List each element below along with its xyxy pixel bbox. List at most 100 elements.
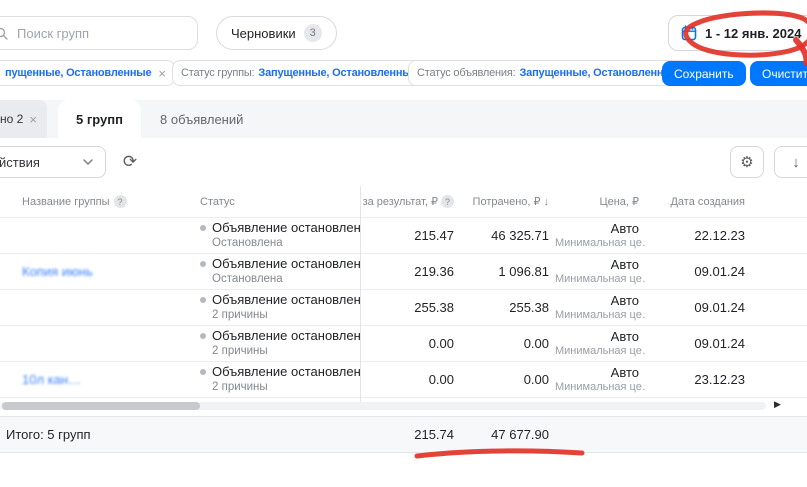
help-icon[interactable]: ? [114,195,127,208]
refresh-icon: ⟳ [123,152,137,172]
settings-button[interactable]: ⚙ [730,146,764,178]
chip-label: Статус группы: [181,67,254,79]
ads-manager-screen: Черновики 3 1 - 12 янв. 2024 пущенные, О… [0,0,807,487]
table-body: Объявление остановлено Остановлена 215.4… [0,218,807,398]
cpr-value: 0.00 [360,336,460,351]
date-range-picker[interactable]: 1 - 12 янв. 2024 [668,15,807,51]
spent-value: 255.38 [460,300,555,315]
price-subtext: Минимальная це… [555,273,639,287]
status-text: Объявление остановлено [212,328,360,344]
table-header: Название группы ? Статус на за результат… [0,186,807,218]
frozen-columns-divider [360,186,361,402]
chip-value: Запущенные, Остановленные [519,67,678,79]
status-subtext: 2 причины [212,344,360,358]
actions-label: йствия [0,155,40,170]
price-subtext: Минимальная це… [555,381,639,395]
totals-label: Итого: 5 групп [0,427,360,442]
drafts-button[interactable]: Черновики 3 [216,16,337,50]
chevron-down-icon [83,159,93,165]
clear-filters-button[interactable]: Очистить [750,61,807,86]
horizontal-scrollbar-thumb[interactable] [2,402,200,410]
price-mode: Авто [555,365,639,381]
cpr-total: 215.74 [360,427,460,442]
search-input[interactable] [15,25,187,42]
tab-label: 8 объявлений [160,112,243,127]
actions-dropdown[interactable]: йствия [0,146,106,178]
chip-value: пущенные, Остановленные [5,67,151,79]
price-subtext: Минимальная це… [555,345,639,359]
cpr-value: 255.38 [360,300,460,315]
tab-ads[interactable]: 8 объявлений [150,100,253,138]
spent-value: 46 325.71 [460,228,555,243]
search-input-wrap[interactable] [0,16,198,50]
created-date: 09.01.24 [645,336,755,351]
close-icon[interactable]: × [29,112,37,127]
status-dot-icon [200,261,206,267]
download-icon: ↓ [792,154,800,171]
gear-icon: ⚙ [740,153,753,171]
table-row[interactable]: 10л кан… Объявление остановлено 2 причин… [0,362,807,398]
table-row[interactable]: Объявление остановлено 2 причины 0.00 0.… [0,326,807,362]
price-mode: Авто [555,329,639,345]
header-cost-per-result[interactable]: на за результат, ₽ [360,195,438,208]
status-subtext: 2 причины [212,380,360,394]
status-dot-icon [200,297,206,303]
calendar-icon [681,25,697,41]
totals-row: Итого: 5 групп 215.74 47 677.90 [0,416,807,453]
group-name-link[interactable]: 10л кан… [22,372,81,387]
cpr-value: 0.00 [360,372,460,387]
status-subtext: Остановлена [212,236,360,250]
export-button[interactable]: ↓ [774,146,807,178]
drafts-label: Черновики [231,26,296,41]
header-created[interactable]: Дата создания [645,196,755,208]
sort-desc-icon[interactable]: ↓ [544,196,550,208]
table-row[interactable]: Объявление остановлено Остановлена 215.4… [0,218,807,254]
created-date: 23.12.23 [645,372,755,387]
table-row[interactable]: Копия июнь Объявление остановлено Остано… [0,254,807,290]
scroll-right-arrow-icon[interactable]: ▶ [774,399,781,410]
header-price[interactable]: Цена, ₽ [555,195,645,208]
status-dot-icon [200,333,206,339]
header-status[interactable]: Статус [200,196,360,208]
created-date: 09.01.24 [645,300,755,315]
spent-total: 47 677.90 [460,427,555,442]
price-mode: Авто [555,221,639,237]
filter-chip-ad-status[interactable]: Статус объявления: Запущенные, Остановле… [408,60,702,86]
created-date: 09.01.24 [645,264,755,279]
price-mode: Авто [555,257,639,273]
spent-value: 0.00 [460,336,555,351]
refresh-button[interactable]: ⟳ [114,146,146,178]
price-subtext: Минимальная це… [555,237,639,251]
status-dot-icon [200,225,206,231]
date-range-value: 1 - 12 янв. 2024 [705,26,801,41]
status-text: Объявление остановлено [212,256,360,272]
header-name[interactable]: Название группы [22,196,110,208]
status-dot-icon [200,369,206,375]
filter-chip-group-status[interactable]: Статус группы: Запущенные, Остановленные… [172,60,441,86]
price-subtext: Минимальная це… [555,309,639,323]
tab-groups[interactable]: 5 групп [58,100,141,138]
spent-value: 1 096.81 [460,264,555,279]
spent-value: 0.00 [460,372,555,387]
header-spent[interactable]: Потрачено, ₽ [473,195,541,208]
cpr-value: 215.47 [360,228,460,243]
cpr-value: 219.36 [360,264,460,279]
search-icon [0,27,8,40]
chip-value: Запущенные, Остановленные [258,67,417,79]
price-mode: Авто [555,293,639,309]
status-text: Объявление остановлено [212,364,360,380]
table-row[interactable]: Объявление остановлено 2 причины 255.38 … [0,290,807,326]
tab-label: но 2 [0,112,23,126]
tab-label: 5 групп [76,112,123,127]
drafts-count-badge: 3 [304,24,322,42]
filter-chip-status[interactable]: пущенные, Остановленные × [0,60,175,86]
group-name-link[interactable]: Копия июнь [22,264,93,279]
status-text: Объявление остановлено [212,292,360,308]
created-date: 22.12.23 [645,228,755,243]
tab-selected-items[interactable]: но 2 × [0,100,47,138]
save-filters-button[interactable]: Сохранить [662,61,746,86]
close-icon[interactable]: × [158,66,165,81]
status-subtext: 2 причины [212,308,360,322]
chip-label: Статус объявления: [417,67,515,79]
help-icon[interactable]: ? [441,195,454,208]
